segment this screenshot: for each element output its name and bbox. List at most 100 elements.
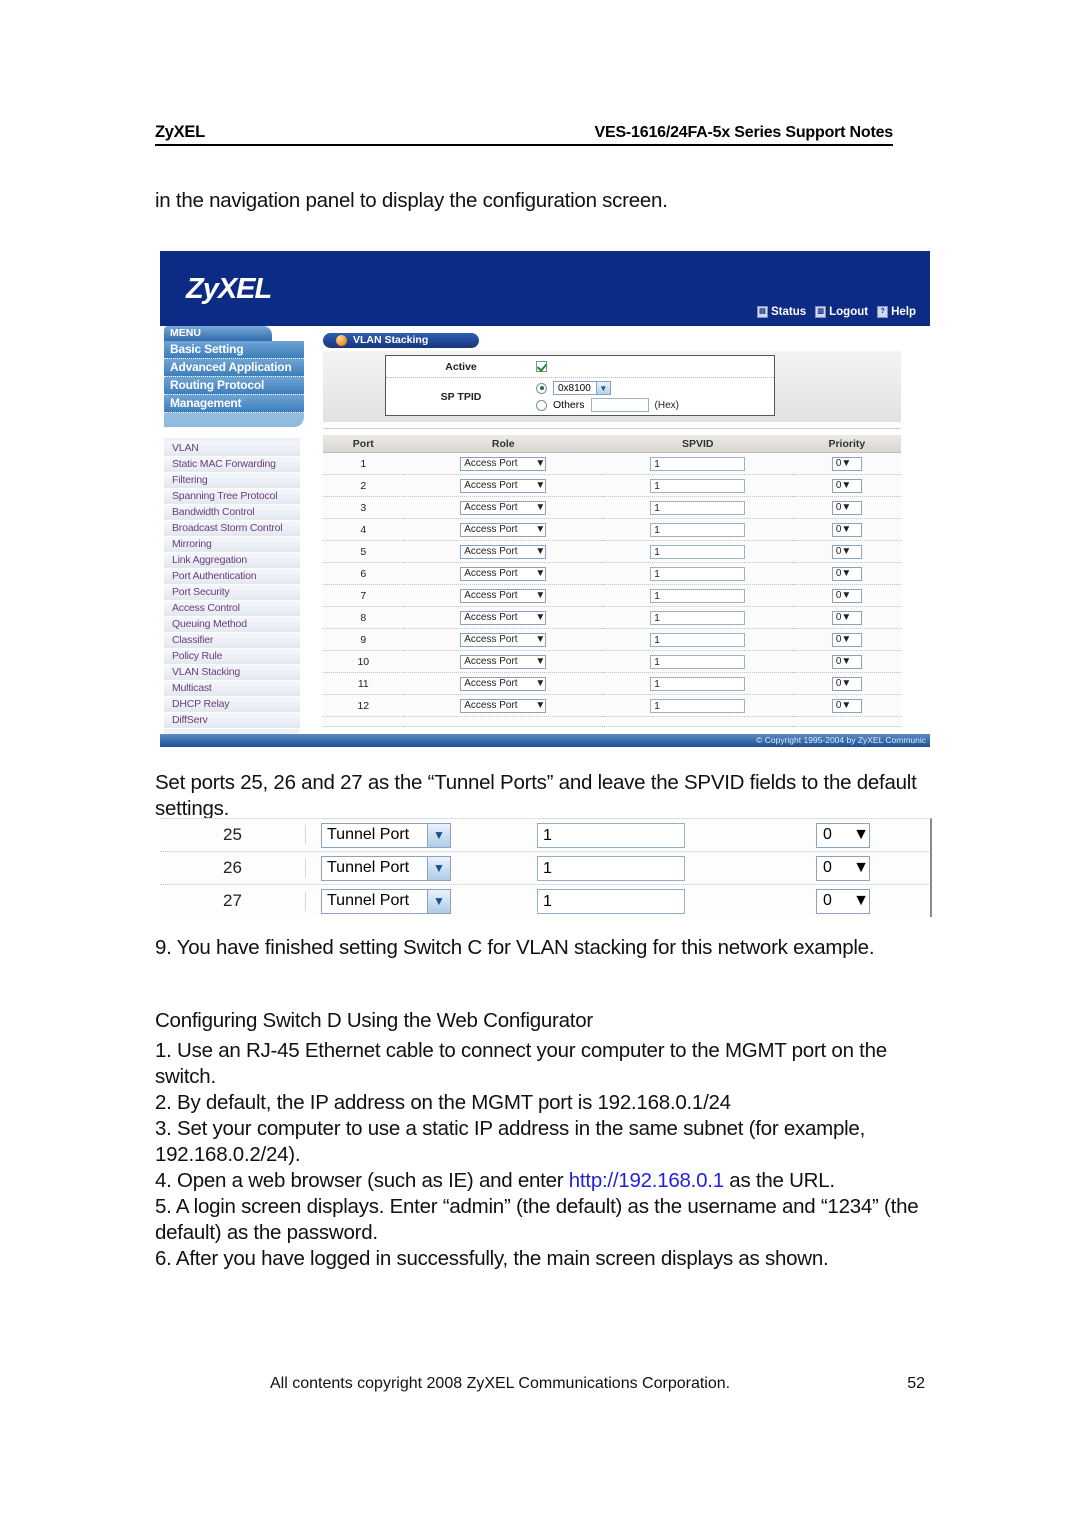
sidebar-item-mirroring[interactable]: Mirroring (164, 537, 300, 553)
spvid-input[interactable]: 1 (650, 654, 746, 669)
switch-url-link[interactable]: http://192.168.0.1 (569, 1169, 724, 1192)
role-select[interactable]: Access Port ▼ (460, 544, 547, 559)
tunnel-role-select[interactable]: Tunnel Port ▼ (321, 822, 451, 848)
role-select[interactable]: Access Port ▼ (460, 610, 547, 625)
table-row: 10 Access Port ▼ 1 0 ▼ (323, 650, 901, 673)
spvid-input[interactable]: 1 (650, 698, 746, 713)
column-header-priority: Priority (792, 435, 901, 453)
tpid-select-value: 0x8100 (558, 382, 591, 394)
priority-select[interactable]: 0 ▼ (831, 544, 862, 559)
cell-port: 8 (323, 606, 404, 629)
sidebar-item-port-authentication[interactable]: Port Authentication (164, 569, 300, 585)
logout-link[interactable]: ▥ Logout (815, 306, 868, 318)
tunnel-spvid-input[interactable]: 1 (537, 855, 685, 881)
cell-priority: 0 ▼ (792, 452, 901, 475)
sidebar-item-advanced-application[interactable]: Advanced Application (164, 359, 304, 377)
cell-role: Access Port ▼ (403, 518, 603, 541)
sidebar-item-bandwidth-control[interactable]: Bandwidth Control (164, 505, 300, 521)
spvid-input[interactable]: 1 (650, 566, 746, 581)
spvid-input[interactable]: 1 (650, 456, 746, 471)
active-checkbox[interactable] (536, 361, 547, 372)
sidebar-item-diffserv[interactable]: DiffServ (164, 713, 300, 729)
tunnel-spvid-input[interactable]: 1 (537, 822, 685, 848)
role-select[interactable]: Access Port ▼ (460, 456, 547, 471)
sidebar-item-multicast[interactable]: Multicast (164, 681, 300, 697)
role-select[interactable]: Access Port ▼ (460, 632, 547, 647)
role-select[interactable]: Access Port ▼ (460, 478, 547, 493)
cell-role: Access Port ▼ (403, 694, 603, 717)
sidebar-item-dhcp-relay[interactable]: DHCP Relay (164, 697, 300, 713)
spvid-input[interactable]: 1 (650, 500, 746, 515)
sidebar-item-broadcast-storm-control[interactable]: Broadcast Storm Control (164, 521, 300, 537)
tunnel-priority-select[interactable]: 0 ▼ (816, 888, 870, 914)
cell-spvid: 1 (602, 650, 793, 673)
step-5: 5. A login screen displays. Enter “admin… (155, 1195, 919, 1244)
priority-select[interactable]: 0 ▼ (831, 500, 862, 515)
cell-priority: 0 ▼ (792, 474, 901, 497)
priority-select[interactable]: 0 ▼ (831, 566, 862, 581)
priority-select[interactable]: 0 ▼ (831, 698, 862, 713)
priority-select[interactable]: 0 ▼ (831, 588, 862, 603)
sidebar-item-vlan-stacking[interactable]: VLAN Stacking (164, 665, 300, 681)
priority-select[interactable]: 0 ▼ (831, 522, 862, 537)
tpid-select[interactable]: 0x8100 ▼ (553, 381, 611, 395)
sidebar-item-link-aggregation[interactable]: Link Aggregation (164, 553, 300, 569)
status-link[interactable]: ▤ Status (756, 306, 807, 318)
priority-select[interactable]: 0 ▼ (831, 456, 862, 471)
navigation-panel: MENU Basic Setting Advanced Application … (164, 326, 304, 737)
status-link-label: Status (770, 306, 807, 318)
tpid-others-radio[interactable] (536, 399, 547, 411)
spvid-input[interactable]: 1 (650, 522, 746, 537)
menu-sub-group: VLAN Static MAC Forwarding Filtering Spa… (164, 438, 300, 737)
role-select[interactable]: Access Port ▼ (460, 500, 547, 515)
sidebar-item-spanning-tree-protocol[interactable]: Spanning Tree Protocol (164, 489, 300, 505)
sidebar-item-vlan[interactable]: VLAN (164, 441, 300, 457)
cell-spvid: 1 (602, 474, 793, 497)
priority-select[interactable]: 0 ▼ (831, 478, 862, 493)
tunnel-role-select[interactable]: Tunnel Port ▼ (321, 855, 451, 881)
tunnel-spvid-input[interactable]: 1 (537, 888, 685, 914)
priority-select[interactable]: 0 ▼ (831, 610, 862, 625)
tunnel-priority-select[interactable]: 0 ▼ (816, 822, 870, 848)
role-select[interactable]: Access Port ▼ (460, 654, 547, 669)
cell-spvid: 1 (602, 606, 793, 629)
tunnel-priority-select[interactable]: 0 ▼ (816, 855, 870, 881)
sidebar-item-classifier[interactable]: Classifier (164, 633, 300, 649)
sidebar-item-access-control[interactable]: Access Control (164, 601, 300, 617)
sidebar-item-static-mac-forwarding[interactable]: Static MAC Forwarding (164, 457, 300, 473)
sidebar-item-policy-rule[interactable]: Policy Rule (164, 649, 300, 665)
sidebar-item-filtering[interactable]: Filtering (164, 473, 300, 489)
sidebar-item-queuing-method[interactable]: Queuing Method (164, 617, 300, 633)
chevron-down-icon: ▼ (535, 700, 546, 711)
switch-d-heading: Configuring Switch D Using the Web Confi… (155, 1009, 593, 1032)
others-input[interactable] (590, 398, 649, 412)
role-value: Access Port (464, 612, 518, 623)
panel-bullet-icon (336, 335, 347, 346)
spvid-input[interactable]: 1 (650, 478, 746, 493)
role-select[interactable]: Access Port ▼ (460, 522, 547, 537)
role-select[interactable]: Access Port ▼ (460, 676, 547, 691)
spvid-input[interactable]: 1 (650, 544, 746, 559)
cell-priority: 0 ▼ (792, 694, 901, 717)
sidebar-item-port-security[interactable]: Port Security (164, 585, 300, 601)
spvid-input[interactable]: 1 (650, 610, 746, 625)
cell-priority: 0 ▼ (792, 562, 901, 585)
priority-select[interactable]: 0 ▼ (831, 676, 862, 691)
priority-select[interactable]: 0 ▼ (831, 632, 862, 647)
priority-select[interactable]: 0 ▼ (831, 654, 862, 669)
sidebar-item-basic-setting[interactable]: Basic Setting (164, 341, 304, 359)
spvid-input[interactable]: 1 (650, 588, 746, 603)
role-select[interactable]: Access Port ▼ (460, 566, 547, 581)
role-select[interactable]: Access Port ▼ (460, 588, 547, 603)
sidebar-item-management[interactable]: Management (164, 395, 304, 413)
help-link[interactable]: ? Help (877, 306, 916, 318)
spvid-input[interactable]: 1 (650, 632, 746, 647)
spvid-input[interactable]: 1 (650, 676, 746, 691)
tpid-preset-radio[interactable] (536, 382, 547, 394)
chevron-down-icon: ▼ (427, 856, 450, 880)
role-select[interactable]: Access Port ▼ (460, 698, 547, 713)
section-divider (323, 428, 901, 429)
sidebar-item-routing-protocol[interactable]: Routing Protocol (164, 377, 304, 395)
tunnel-role-select[interactable]: Tunnel Port ▼ (321, 888, 451, 914)
cell-priority: 0 ▼ (792, 606, 901, 629)
